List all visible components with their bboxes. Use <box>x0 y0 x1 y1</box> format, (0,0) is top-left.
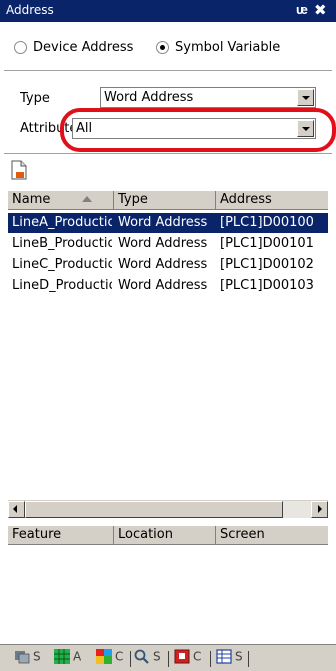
column-header-location[interactable]: Location <box>114 526 216 545</box>
symbol-variable-radio[interactable]: Symbol Variable <box>156 40 280 60</box>
color-palette-icon <box>96 649 112 664</box>
sort-ascending-icon <box>82 196 92 202</box>
table-row[interactable]: LineD_Productio Word Address [PLC1]D0010… <box>8 276 328 296</box>
table-header: Name Type Address <box>8 191 328 210</box>
column-header-feature[interactable]: Feature <box>8 526 114 545</box>
attribute-highlight-annotation <box>60 108 336 152</box>
search-icon <box>134 649 149 664</box>
screen-list-icon <box>15 651 30 664</box>
common-settings-icon <box>174 649 190 664</box>
tab-separator <box>248 651 249 667</box>
window-titlebar: Address ᵫ ✖ <box>0 0 336 22</box>
table-row[interactable]: LineC_Productio Word Address [PLC1]D0010… <box>8 255 328 275</box>
column-screen-label: Screen <box>220 527 265 542</box>
row-type: Word Address <box>118 257 208 272</box>
row-name: LineD_Productio <box>12 278 112 293</box>
column-header-type[interactable]: Type <box>114 191 216 210</box>
device-address-label: Device Address <box>33 40 134 55</box>
type-label: Type <box>20 91 50 106</box>
window-title: Address <box>6 3 54 17</box>
column-feature-label: Feature <box>12 527 62 542</box>
tab-label: S <box>33 649 41 664</box>
tab-separator <box>168 651 169 667</box>
pin-icon[interactable]: ᵫ <box>296 2 308 18</box>
tab-colors[interactable]: C <box>96 649 123 669</box>
system-variable-icon <box>216 649 232 664</box>
column-header-name[interactable]: Name <box>8 191 114 210</box>
symbol-variable-label: Symbol Variable <box>175 40 281 55</box>
scroll-thumb[interactable] <box>25 501 283 518</box>
row-name: LineA_Productio <box>12 215 112 230</box>
radio-icon <box>14 41 27 54</box>
bottom-tab-bar: S A C S C S <box>0 644 336 671</box>
device-address-radio[interactable]: Device Address <box>14 40 133 60</box>
divider <box>4 153 332 155</box>
feature-list[interactable] <box>8 546 328 642</box>
divider <box>4 70 332 72</box>
tab-label: A <box>73 649 82 664</box>
tab-label: S <box>235 649 243 664</box>
column-location-label: Location <box>118 527 173 542</box>
row-type: Word Address <box>118 278 208 293</box>
tab-label: C <box>115 649 124 664</box>
tab-label: C <box>193 649 202 664</box>
scroll-right-icon[interactable] <box>311 501 328 518</box>
row-type: Word Address <box>118 215 208 230</box>
horizontal-scrollbar[interactable] <box>8 500 328 518</box>
tab-system-variables[interactable]: S <box>216 649 243 669</box>
row-address: [PLC1]D00101 <box>220 236 314 251</box>
tab-label: S <box>153 649 161 664</box>
scroll-left-icon[interactable] <box>8 501 25 518</box>
address-grid-icon <box>54 649 70 664</box>
tab-search[interactable]: S <box>134 649 161 669</box>
column-header-screen[interactable]: Screen <box>216 526 328 545</box>
row-name: LineC_Productio <box>12 257 112 272</box>
type-combo[interactable]: Word Address <box>100 87 316 108</box>
column-name-label: Name <box>12 192 51 207</box>
close-icon[interactable]: ✖ <box>314 1 327 19</box>
tab-screen-list[interactable]: S <box>14 649 41 669</box>
radio-checked-icon <box>156 41 169 54</box>
table-row[interactable]: LineB_Productio Word Address [PLC1]D0010… <box>8 234 328 254</box>
feature-table-header: Feature Location Screen <box>8 526 328 545</box>
column-header-address[interactable]: Address <box>216 191 328 210</box>
variable-list[interactable]: LineA_Productio Word Address [PLC1]D0010… <box>8 210 328 500</box>
column-address-label: Address <box>220 192 272 207</box>
tab-common-settings[interactable]: C <box>174 649 201 669</box>
new-document-icon[interactable] <box>11 160 27 180</box>
row-type: Word Address <box>118 236 208 251</box>
row-name: LineB_Productio <box>12 236 112 251</box>
chevron-down-icon[interactable] <box>297 89 314 106</box>
tab-address[interactable]: A <box>54 649 81 669</box>
row-address: [PLC1]D00103 <box>220 278 314 293</box>
row-address: [PLC1]D00102 <box>220 257 314 272</box>
tab-separator <box>210 651 211 667</box>
tab-separator <box>130 651 131 667</box>
row-address: [PLC1]D00100 <box>220 215 314 230</box>
column-type-label: Type <box>118 192 148 207</box>
type-value: Word Address <box>104 90 194 105</box>
table-row[interactable]: LineA_Productio Word Address [PLC1]D0010… <box>8 213 328 233</box>
